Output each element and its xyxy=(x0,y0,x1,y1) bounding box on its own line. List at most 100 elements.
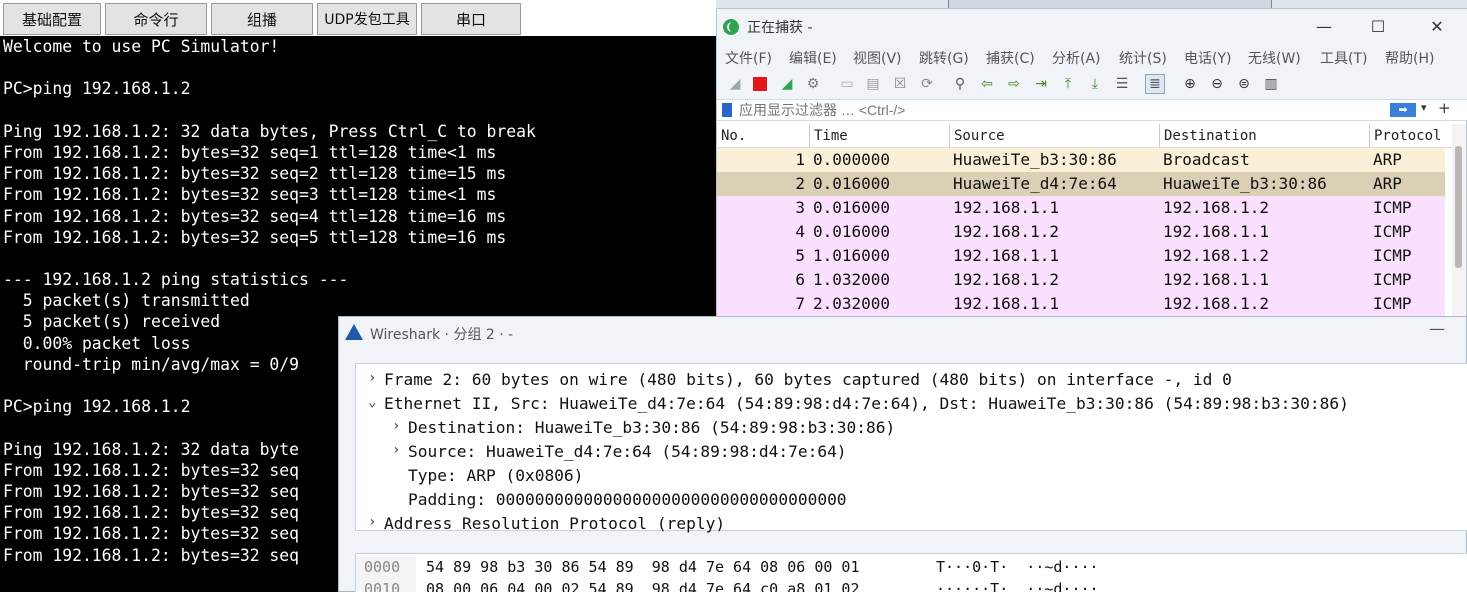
packet-row[interactable]: 1 0.000000 HuaweiTe_b3:30:86 Broadcast ARP xyxy=(717,148,1445,172)
wireshark-logo-icon xyxy=(723,19,739,35)
menu-item[interactable]: 统计(S) xyxy=(1119,48,1167,68)
go-last-icon[interactable]: ⤓ xyxy=(1085,74,1105,94)
cell-destination: 192.168.1.2 xyxy=(1163,246,1269,265)
autoscroll-icon[interactable]: ☰ xyxy=(1112,74,1132,94)
collapsed-chevron-icon[interactable]: › xyxy=(392,442,400,458)
bookmark-icon[interactable] xyxy=(722,103,732,117)
filter-dropdown-icon[interactable]: ▾ xyxy=(1421,101,1427,114)
tree-row[interactable]: › Frame 2: 60 bytes on wire (480 bits), 6… xyxy=(356,368,1467,392)
terminal-line: From 192.168.1.2: bytes=32 seq=2 ttl=128… xyxy=(3,164,507,184)
colorize-icon[interactable]: ≣ xyxy=(1145,74,1165,94)
zoom-in-icon[interactable]: ⊕ xyxy=(1180,74,1200,94)
maximize-button[interactable]: ☐ xyxy=(1363,15,1393,39)
collapsed-chevron-icon[interactable]: › xyxy=(368,370,376,386)
capture-options-icon[interactable]: ⚙ xyxy=(803,74,823,94)
packet-row[interactable]: 5 1.016000 192.168.1.1 192.168.1.2 ICMP xyxy=(717,244,1445,268)
cell-protocol: ARP xyxy=(1373,150,1402,169)
cell-no: 3 xyxy=(795,198,805,217)
column-no[interactable]: No. xyxy=(717,124,809,148)
packet-row[interactable]: 2 0.016000 HuaweiTe_d4:7e:64 HuaweiTe_b3:30… xyxy=(717,172,1445,196)
close-file-icon[interactable]: ☒ xyxy=(890,74,910,94)
expanded-chevron-icon[interactable]: ⌄ xyxy=(368,394,376,410)
column-source[interactable]: Source xyxy=(949,124,1159,148)
tree-row[interactable]: › Address Resolution Protocol (reply) xyxy=(356,512,1467,536)
collapsed-chevron-icon[interactable]: › xyxy=(368,514,376,530)
menu-item[interactable]: 电话(Y) xyxy=(1184,48,1231,68)
menu-item[interactable]: 工具(T) xyxy=(1320,48,1367,68)
scrollbar-thumb[interactable] xyxy=(1455,146,1462,268)
packet-row[interactable]: 7 2.032000 192.168.1.1 192.168.1.2 ICMP xyxy=(717,292,1445,316)
menu-item[interactable]: 捕获(C) xyxy=(986,48,1035,68)
tab-serial[interactable]: 串口 xyxy=(421,3,521,35)
hex-offset: 0000 xyxy=(356,556,416,578)
terminal-line: Welcome to use PC Simulator! xyxy=(3,37,280,56)
menu-item[interactable]: 编辑(E) xyxy=(789,48,837,68)
menu-item[interactable]: 视图(V) xyxy=(853,48,902,68)
packet-row[interactable]: 3 0.016000 192.168.1.1 192.168.1.2 ICMP xyxy=(717,196,1445,220)
open-file-icon[interactable]: ▭ xyxy=(837,74,857,94)
cell-destination: 192.168.1.1 xyxy=(1163,222,1269,241)
save-file-icon[interactable]: ▤ xyxy=(863,74,883,94)
menu-item[interactable]: 文件(F) xyxy=(725,48,772,68)
cell-source: 192.168.1.2 xyxy=(953,222,1059,241)
zoom-reset-icon[interactable]: ⊜ xyxy=(1234,74,1254,94)
main-toolbar: ◢ ◢ ⚙ ▭ ▤ ☒ ⟳ ⚲ ⇦ ⇨ ⇥ ⤒ ⤓ ☰ ≣ ⊕ ⊖ ⊜ ▥ xyxy=(717,69,1467,99)
restart-capture-icon[interactable]: ◢ xyxy=(777,74,797,94)
packet-window-title: Wireshark · 分组 2 · - xyxy=(370,327,514,343)
cell-destination: HuaweiTe_b3:30:86 xyxy=(1163,174,1327,193)
column-time[interactable]: Time xyxy=(809,124,949,148)
display-filter-input[interactable] xyxy=(739,101,1299,119)
cell-protocol: ICMP xyxy=(1373,246,1412,265)
apply-filter-arrow-icon[interactable]: ➡ xyxy=(1390,103,1416,117)
tab-udp-tool[interactable]: UDP发包工具 xyxy=(317,3,417,35)
tab-multicast[interactable]: 组播 xyxy=(211,3,313,35)
minimize-button[interactable]: — xyxy=(1429,319,1445,338)
cell-destination: 192.168.1.1 xyxy=(1163,270,1269,289)
go-first-icon[interactable]: ⤒ xyxy=(1058,74,1078,94)
column-destination[interactable]: Destination xyxy=(1159,124,1369,148)
go-to-packet-icon[interactable]: ⇥ xyxy=(1031,74,1051,94)
terminal-line: From 192.168.1.2: bytes=32 seq=3 ttl=128… xyxy=(3,185,497,205)
packet-row[interactable]: 4 0.016000 192.168.1.2 192.168.1.1 ICMP xyxy=(717,220,1445,244)
tree-row-text: Frame 2: 60 bytes on wire (480 bits), 60… xyxy=(384,370,1232,389)
menu-item[interactable]: 跳转(G) xyxy=(919,48,969,68)
reload-file-icon[interactable]: ⟳ xyxy=(917,74,937,94)
terminal-line: From 192.168.1.2: bytes=32 seq=5 ttl=128… xyxy=(3,227,507,247)
tree-row[interactable]: › Destination: HuaweiTe_b3:30:86 (54:89:9… xyxy=(356,416,1467,440)
menu-item[interactable]: 分析(A) xyxy=(1052,48,1101,68)
start-capture-fin-icon[interactable]: ◢ xyxy=(725,74,745,94)
menu-item[interactable]: 帮助(H) xyxy=(1385,48,1434,68)
collapsed-chevron-icon[interactable]: › xyxy=(392,418,400,434)
add-filter-button[interactable]: + xyxy=(1438,99,1451,117)
terminal-line: From 192.168.1.2: bytes=32 seq=1 ttl=128… xyxy=(3,142,497,162)
tree-row-text: Destination: HuaweiTe_b3:30:86 (54:89:98… xyxy=(408,418,896,437)
tree-row[interactable]: › Source: HuaweiTe_d4:7e:64 (54:89:98:d4:… xyxy=(356,440,1467,464)
cell-protocol: ICMP xyxy=(1373,270,1412,289)
go-forward-icon[interactable]: ⇨ xyxy=(1004,74,1024,94)
hex-row[interactable]: 0000 54 89 98 b3 30 86 54 89 98 d4 7e 64 … xyxy=(356,556,1467,578)
tree-row[interactable]: Padding: 0000000000000000000000000000000… xyxy=(356,488,1467,512)
tree-row[interactable]: ⌄ Ethernet II, Src: HuaweiTe_d4:7e:64 (54… xyxy=(356,392,1467,416)
menu-item[interactable]: 无线(W) xyxy=(1248,48,1301,68)
tree-row[interactable]: Type: ARP (0x0806) xyxy=(356,464,1467,488)
resize-columns-icon[interactable]: ▥ xyxy=(1261,74,1281,94)
hex-row[interactable]: 0010 08 00 06 04 00 02 54 89 98 d4 7e 64 … xyxy=(356,578,1467,592)
terminal-line: --- 192.168.1.2 ping statistics --- xyxy=(3,270,349,290)
packet-row[interactable]: 6 1.032000 192.168.1.2 192.168.1.1 ICMP xyxy=(717,268,1445,292)
packet-list-scrollbar[interactable] xyxy=(1452,124,1466,329)
terminal-line: Ping 192.168.1.2: 32 data bytes, Press C… xyxy=(3,121,536,141)
tab-command-line[interactable]: 命令行 xyxy=(105,3,207,35)
go-back-icon[interactable]: ⇦ xyxy=(977,74,997,94)
stop-capture-icon[interactable] xyxy=(750,74,770,94)
background-window-strip xyxy=(948,0,1272,8)
tree-row-text: Type: ARP (0x0806) xyxy=(408,466,584,485)
tab-basic-config[interactable]: 基础配置 xyxy=(3,3,101,35)
cell-protocol: ARP xyxy=(1373,174,1402,193)
column-protocol[interactable]: Protocol xyxy=(1369,124,1452,148)
minimize-button[interactable]: — xyxy=(1309,15,1339,39)
zoom-out-icon[interactable]: ⊖ xyxy=(1207,74,1227,94)
find-packet-icon[interactable]: ⚲ xyxy=(950,74,970,94)
close-button[interactable]: ✕ xyxy=(1422,15,1452,39)
